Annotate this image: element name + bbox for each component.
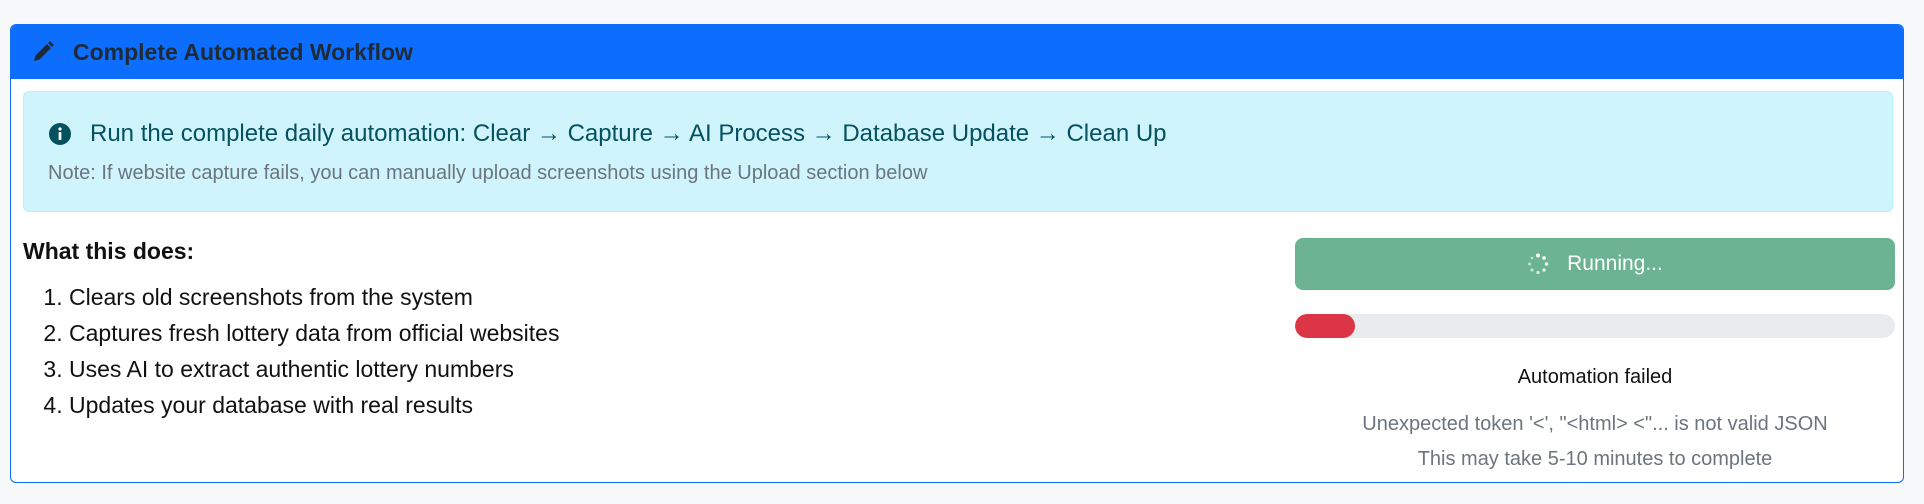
card-header: Complete Automated Workflow	[11, 25, 1903, 79]
list-item: Updates your database with real results	[69, 387, 559, 423]
alert-note: Note: If website capture fails, you can …	[48, 162, 928, 184]
card-title: Complete Automated Workflow	[73, 38, 413, 65]
duration-hint: This may take 5-10 minutes to complete	[1417, 448, 1773, 470]
list-item: Captures fresh lottery data from officia…	[69, 315, 559, 351]
workflow-card: Complete Automated Workflow Run the comp…	[10, 24, 1904, 483]
list-item: Clears old screenshots from the system	[69, 279, 559, 315]
what-this-does-section: What this does: Clears old screenshots f…	[23, 238, 559, 423]
run-button-label: Running...	[1567, 252, 1663, 275]
progress-bar	[1295, 314, 1895, 338]
error-message: Unexpected token '<', "<html> <"... is n…	[1362, 413, 1828, 435]
section-heading: What this does:	[23, 238, 195, 264]
info-alert: Run the complete daily automation: Clear…	[23, 91, 1893, 212]
status-text: Automation failed	[1517, 366, 1673, 388]
alert-main-text: Run the complete daily automation: Clear…	[90, 120, 1167, 147]
pencil-icon	[29, 38, 57, 66]
info-circle-icon	[48, 122, 72, 146]
spinner-icon	[1527, 253, 1549, 275]
steps-list: Clears old screenshots from the system C…	[23, 279, 559, 423]
list-item: Uses AI to extract authentic lottery num…	[69, 351, 559, 387]
progress-fill	[1295, 314, 1355, 338]
run-automation-button[interactable]: Running...	[1295, 238, 1895, 290]
run-panel: Running... Automation failed Unexpected …	[1295, 238, 1895, 471]
